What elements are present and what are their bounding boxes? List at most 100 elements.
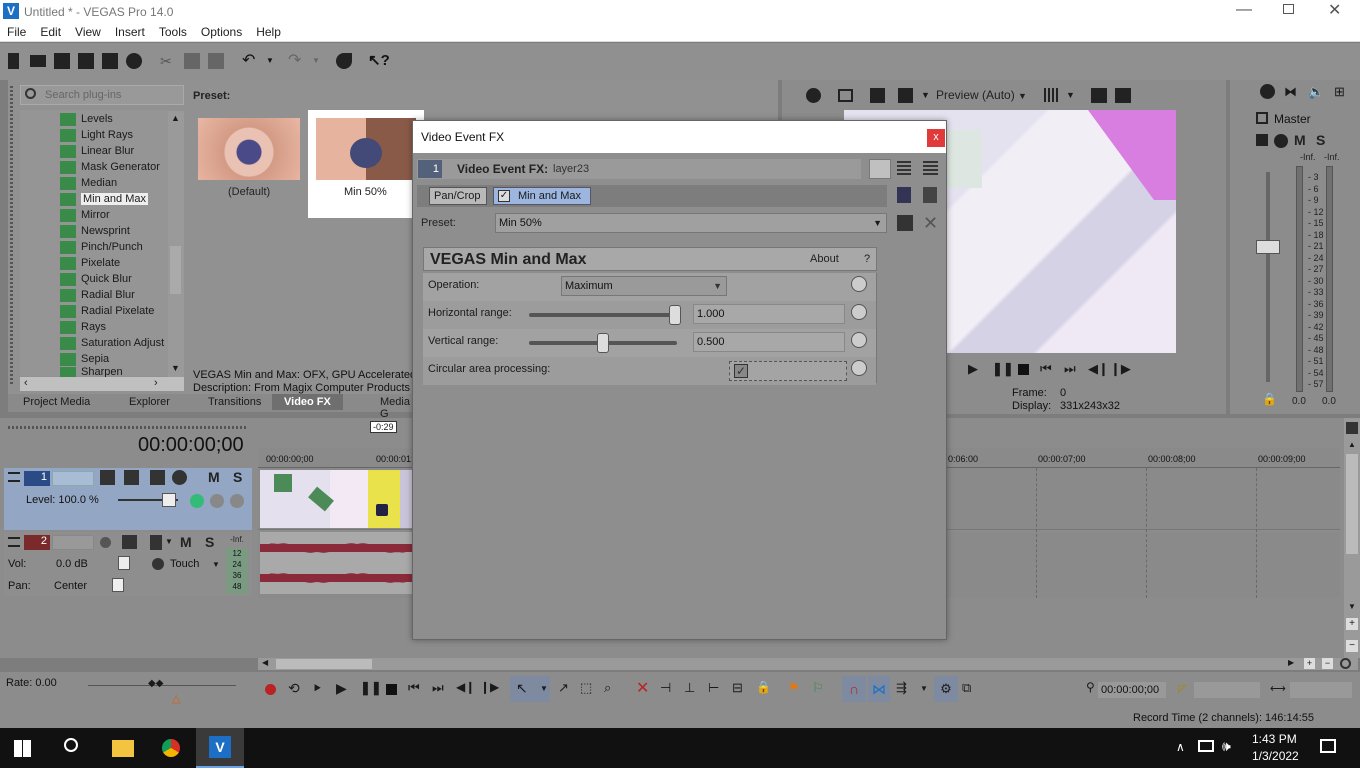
- plugin-help-button[interactable]: ?: [864, 253, 870, 265]
- chain-add-plugin-icon[interactable]: [897, 187, 911, 203]
- plugin-item-pinch-punch[interactable]: Pinch/Punch: [60, 239, 143, 255]
- pause-button[interactable]: ❚❚: [360, 680, 382, 696]
- play-button[interactable]: ▶: [336, 680, 347, 697]
- plugin-item-radial-pixelate[interactable]: Radial Pixelate: [60, 303, 154, 319]
- touch-mode-dropdown-icon[interactable]: ▼: [212, 560, 220, 569]
- view-single-icon[interactable]: [869, 159, 891, 179]
- redo-icon[interactable]: ↷: [288, 50, 304, 69]
- windows-start-icon[interactable]: [14, 740, 31, 757]
- mixer-options-icon[interactable]: ⊞: [1334, 84, 1345, 100]
- copy-snapshot-icon[interactable]: [1091, 88, 1107, 103]
- notification-icon[interactable]: [1320, 739, 1336, 753]
- close-window-button[interactable]: ✕: [1328, 0, 1341, 20]
- track-2-mute-button[interactable]: M: [180, 534, 192, 550]
- timeline-vscrollbar[interactable]: ▲ ▼ + −: [1344, 418, 1360, 658]
- tab-project-media[interactable]: Project Media: [23, 396, 90, 408]
- zoom-in-vertical-button[interactable]: +: [1346, 618, 1358, 630]
- horizontal-range-slider-track[interactable]: [529, 313, 677, 317]
- preview-prev-frame-button[interactable]: ◀❙: [1088, 361, 1109, 377]
- trim-start-icon[interactable]: ⊣: [660, 680, 671, 696]
- menu-edit[interactable]: Edit: [33, 23, 68, 39]
- paste-icon[interactable]: [208, 53, 224, 69]
- go-to-start-button[interactable]: ⏮: [408, 680, 420, 696]
- plugin-item-levels[interactable]: Levels: [60, 111, 113, 127]
- auto-crossfade-icon[interactable]: ⋈: [868, 676, 890, 702]
- track-collapse-icon[interactable]: [8, 472, 20, 482]
- clock-time[interactable]: 1:43 PM: [1252, 732, 1297, 746]
- compositing-icon[interactable]: [150, 470, 165, 485]
- ignore-grouping-icon[interactable]: ⧉: [962, 680, 971, 696]
- scroll-up-arrow-icon[interactable]: ▲: [171, 113, 180, 123]
- zoom-out-vertical-button[interactable]: −: [1346, 640, 1358, 652]
- snapping-magnet-icon[interactable]: ∩: [842, 676, 866, 702]
- save-snapshot-icon[interactable]: [1115, 88, 1131, 103]
- undo-dropdown-icon[interactable]: ▼: [266, 56, 282, 72]
- preview-pause-button[interactable]: ❚❚: [992, 361, 1014, 377]
- plugin-item-linear-blur[interactable]: Linear Blur: [60, 143, 134, 159]
- envelope-tool-icon[interactable]: ↗: [558, 680, 569, 696]
- circular-area-keyframe-icon[interactable]: [851, 360, 867, 376]
- operation-dropdown[interactable]: Maximum ▼: [561, 276, 727, 296]
- open-folder-icon[interactable]: [30, 55, 46, 67]
- preview-play-button[interactable]: ▶: [968, 361, 978, 377]
- plugin-item-saturation-adjust[interactable]: Saturation Adjust: [60, 335, 164, 351]
- touch-mode-label[interactable]: Touch: [170, 558, 199, 570]
- checkbox-checked-icon[interactable]: ✓: [498, 190, 510, 202]
- insert-region-icon[interactable]: ⚐: [812, 680, 824, 696]
- vertical-range-slider-handle[interactable]: [597, 333, 609, 353]
- maximize-button[interactable]: [1283, 4, 1294, 14]
- overlays-icon[interactable]: [898, 88, 913, 103]
- track-fx-icon[interactable]: [124, 470, 139, 485]
- zoom-tool-icon[interactable]: [1340, 658, 1351, 669]
- timeline-hscrollbar[interactable]: ◀ ▶ + −: [258, 658, 1358, 670]
- child-composite-icon[interactable]: [230, 494, 244, 508]
- selection-length-field[interactable]: [1290, 682, 1352, 698]
- preview-go-start-button[interactable]: ⏮: [1040, 361, 1052, 377]
- marker-flag-icon[interactable]: [1346, 422, 1358, 434]
- scroll-down-arrow-icon[interactable]: ▼: [171, 363, 180, 373]
- delete-preset-icon[interactable]: ✕: [923, 213, 938, 234]
- tab-video-fx-active[interactable]: Video FX: [272, 394, 343, 410]
- scroll-right-arrow-icon[interactable]: ▶: [1288, 658, 1294, 667]
- insert-marker-icon[interactable]: ⚑: [788, 680, 800, 696]
- horizontal-range-slider-handle[interactable]: [669, 305, 681, 325]
- track-properties-gear-icon[interactable]: [172, 470, 187, 485]
- scroll-left-arrow-icon[interactable]: ◀: [262, 658, 268, 667]
- track-2-solo-button[interactable]: S: [205, 534, 214, 550]
- delete-icon[interactable]: ✕: [636, 678, 649, 698]
- chrome-icon[interactable]: [160, 737, 182, 759]
- vol-slider-handle[interactable]: [118, 556, 130, 570]
- zoom-in-horizontal-button[interactable]: +: [1304, 658, 1315, 669]
- zoom-out-horizontal-button[interactable]: −: [1322, 658, 1333, 669]
- downmix-icon[interactable]: ⧓: [1284, 84, 1297, 100]
- track-2-header[interactable]: 2 ▼ M S Vol: 0.0 dB Touch ▼ Pan: Center …: [4, 532, 252, 596]
- track-collapse-icon[interactable]: [8, 537, 20, 547]
- bus-fx-icon[interactable]: [1256, 134, 1268, 146]
- preset-thumb-default[interactable]: [198, 118, 300, 180]
- go-to-end-button[interactable]: ⏭: [432, 680, 444, 696]
- plugin-item-light-rays[interactable]: Light Rays: [60, 127, 133, 143]
- split-screen-icon[interactable]: [870, 88, 885, 103]
- copy-icon[interactable]: [184, 53, 200, 69]
- lock-envelopes-icon[interactable]: ⚙: [934, 676, 958, 702]
- save-as-icon[interactable]: [78, 53, 94, 69]
- menu-view[interactable]: View: [68, 23, 108, 39]
- loop-playback-button[interactable]: ⟲: [288, 680, 300, 697]
- plugin-item-sepia[interactable]: Sepia: [60, 351, 109, 367]
- external-monitor-icon[interactable]: [838, 89, 853, 102]
- plugin-item-pixelate[interactable]: Pixelate: [60, 255, 120, 271]
- volume-icon[interactable]: 🕪: [1222, 738, 1231, 755]
- tool-dropdown-icon[interactable]: ▼: [540, 684, 548, 693]
- trim-end-icon[interactable]: ⊢: [708, 680, 719, 696]
- menu-insert[interactable]: Insert: [108, 23, 152, 39]
- track-1-mute-button[interactable]: M: [208, 469, 220, 485]
- plugin-item-newsprint[interactable]: Newsprint: [60, 223, 130, 239]
- record-button[interactable]: [265, 684, 276, 695]
- ripple-edit-icon[interactable]: ⇶: [896, 680, 907, 696]
- selection-start-field[interactable]: [1194, 682, 1260, 698]
- new-file-icon[interactable]: [8, 53, 19, 69]
- preview-next-frame-button[interactable]: ❙▶: [1110, 361, 1131, 377]
- chain-button-pan-crop[interactable]: Pan/Crop: [429, 187, 487, 205]
- menu-help[interactable]: Help: [249, 23, 288, 39]
- preview-quality-dropdown[interactable]: Preview (Auto) ▼: [936, 88, 1027, 102]
